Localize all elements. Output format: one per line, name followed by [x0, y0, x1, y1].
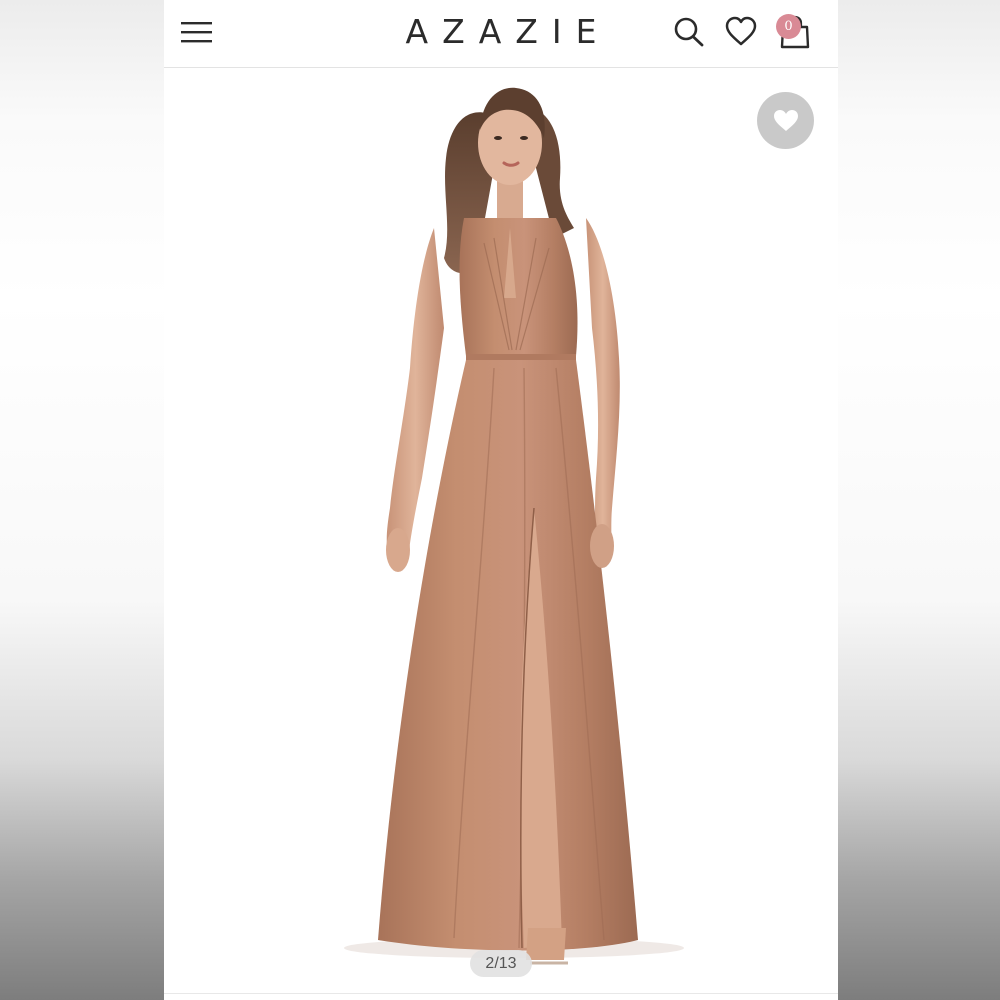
heart-filled-icon — [773, 109, 798, 131]
product-page: AZAZIE 0 2/13 — [164, 0, 838, 1000]
search-icon — [674, 17, 704, 47]
heart-outline-icon — [725, 16, 757, 46]
background-right — [838, 0, 1000, 1000]
product-photo — [344, 87, 684, 965]
favorite-button[interactable] — [757, 92, 814, 149]
search-button[interactable] — [672, 14, 706, 50]
cart-count-badge[interactable]: 0 — [776, 14, 801, 39]
site-header: AZAZIE 0 — [164, 0, 838, 68]
background-left — [0, 0, 164, 1000]
divider — [164, 993, 838, 994]
product-image-gallery[interactable]: 2/13 — [164, 68, 838, 1000]
wishlist-button[interactable] — [724, 14, 758, 50]
image-counter: 2/13 — [470, 950, 532, 977]
